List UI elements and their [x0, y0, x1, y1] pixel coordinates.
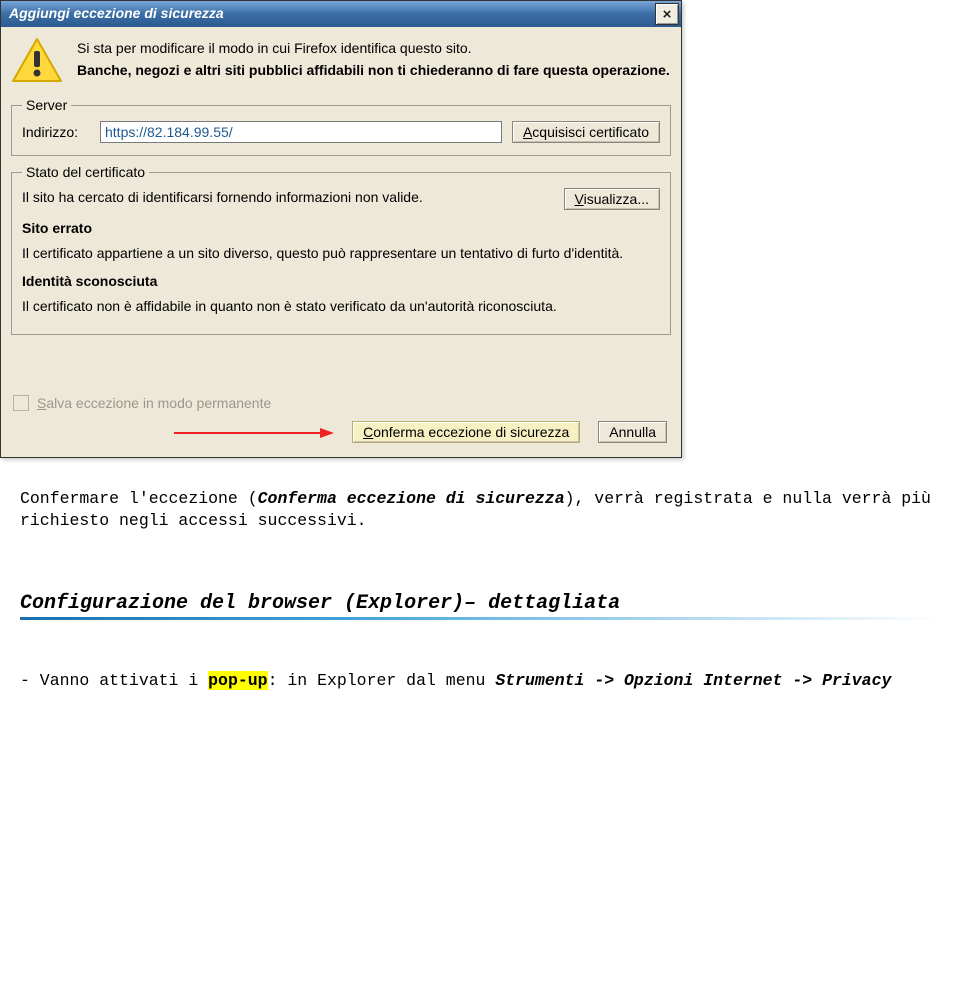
security-exception-dialog: Aggiungi eccezione di sicurezza × Si sta… [0, 0, 682, 458]
address-input[interactable] [100, 121, 502, 143]
cert-status-fieldset: Stato del certificato Il sito ha cercato… [11, 164, 671, 335]
intro-line2: Banche, negozi e altri siti pubblici aff… [77, 61, 671, 79]
cert-legend: Stato del certificato [22, 164, 149, 180]
confirm-exception-button[interactable]: Conferma eccezione di sicurezza [352, 421, 580, 443]
dialog-button-row: Conferma eccezione di sicurezza Annulla [11, 415, 671, 447]
unknown-identity-text: Il certificato non è affidabile in quant… [22, 297, 660, 316]
wrong-site-text: Il certificato appartiene a un sito dive… [22, 244, 660, 263]
wrong-site-heading: Sito errato [22, 220, 660, 236]
save-permanently-row: Salva eccezione in modo permanente [13, 395, 671, 411]
dialog-body: Si sta per modificare il modo in cui Fir… [1, 27, 681, 457]
close-icon[interactable]: × [655, 3, 679, 25]
warning-icon [11, 37, 63, 85]
server-legend: Server [22, 97, 71, 113]
intro-text: Si sta per modificare il modo in cui Fir… [77, 37, 671, 79]
section-heading: Configurazione del browser (Explorer)– d… [20, 592, 940, 615]
section-rule [20, 617, 940, 620]
address-label: Indirizzo: [22, 124, 90, 140]
view-cert-button[interactable]: Visualizza... [564, 188, 660, 210]
intro-row: Si sta per modificare il modo in cui Fir… [11, 31, 671, 93]
save-permanently-label: Salva eccezione in modo permanente [37, 395, 271, 411]
intro-line1: Si sta per modificare il modo in cui Fir… [77, 39, 671, 57]
popup-instruction: - Vanno attivati i pop-up: in Explorer d… [20, 670, 940, 692]
save-permanently-checkbox [13, 395, 29, 411]
instruction-para: Confermare l'eccezione (Conferma eccezio… [20, 488, 940, 533]
document-content: Confermare l'eccezione (Conferma eccezio… [0, 488, 960, 693]
dialog-title: Aggiungi eccezione di sicurezza [9, 5, 655, 23]
arrow-annotation [11, 422, 334, 442]
server-fieldset: Server Indirizzo: Acquisisci certificato [11, 97, 671, 156]
dialog-titlebar: Aggiungi eccezione di sicurezza × [1, 1, 681, 27]
acquire-cert-button[interactable]: Acquisisci certificato [512, 121, 660, 143]
unknown-identity-heading: Identità sconosciuta [22, 273, 660, 289]
cert-status-text: Il sito ha cercato di identificarsi forn… [22, 188, 552, 207]
cancel-button[interactable]: Annulla [598, 421, 667, 443]
